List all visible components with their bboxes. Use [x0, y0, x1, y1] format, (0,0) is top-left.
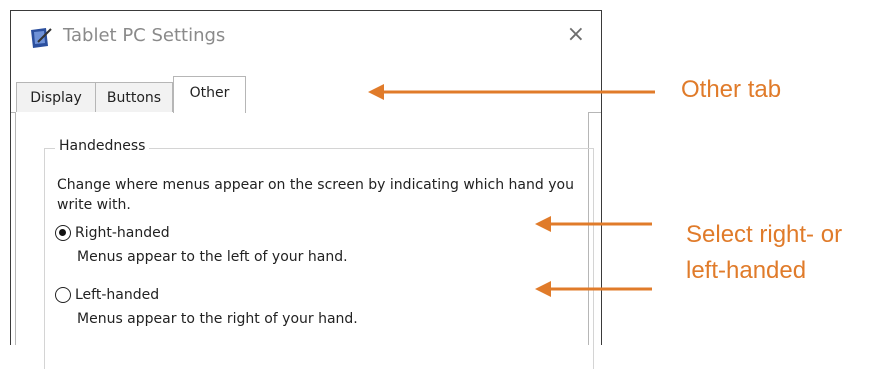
annotation-arrows [368, 84, 655, 297]
annotation-select-line1: Select right- or [686, 221, 843, 248]
right-handed-arrowhead [535, 216, 551, 232]
left-handed-arrowhead [535, 281, 551, 297]
annotation-other-tab: Other tab [681, 76, 782, 103]
tab-other[interactable]: Other [173, 76, 246, 113]
annotation-select-line2: left-handed [686, 257, 807, 284]
other-tab-arrowhead [368, 84, 384, 100]
